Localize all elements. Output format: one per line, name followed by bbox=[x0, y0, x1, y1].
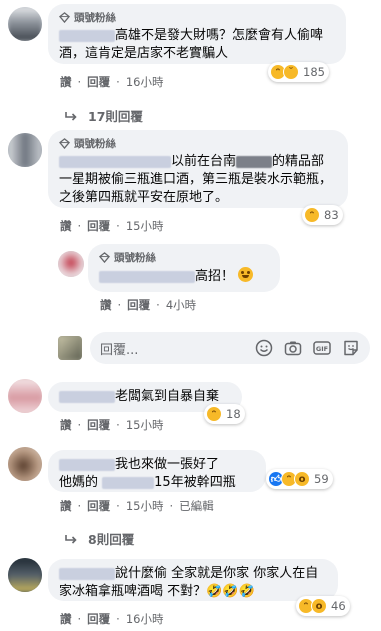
redacted-text bbox=[236, 155, 273, 168]
top-fan-badge: 頭號粉絲 bbox=[59, 136, 337, 151]
diamond-icon bbox=[59, 12, 70, 23]
reaction-count: 59 bbox=[314, 472, 329, 486]
replies-count-label: 8則回覆 bbox=[88, 532, 135, 547]
like-button[interactable]: 讚 bbox=[60, 611, 72, 627]
avatar[interactable] bbox=[8, 447, 42, 481]
reaction-count: 46 bbox=[331, 599, 346, 613]
comment-actions: 讚 · 回覆 · 16小時 bbox=[60, 611, 164, 627]
like-button[interactable]: 讚 bbox=[60, 218, 72, 234]
reply-button[interactable]: 回覆 bbox=[87, 74, 110, 90]
view-replies-link[interactable]: 17則回覆 bbox=[64, 106, 143, 125]
comment-text-line-2: 他媽的 15年被幹四瓶 bbox=[59, 475, 236, 490]
comment-bubble: 頭號粉絲 以前在台南 的精品部一星期被偷三瓶進口酒，第三瓶是裝水示範瓶，之後第四瓶… bbox=[48, 130, 348, 208]
sad-reaction-icon: ˘ bbox=[283, 64, 299, 80]
like-button[interactable]: 讚 bbox=[60, 417, 72, 433]
redacted-name bbox=[59, 458, 115, 471]
reply-button[interactable]: 回覆 bbox=[87, 611, 110, 627]
comment-actions: 讚 · 回覆 · 16小時 bbox=[60, 74, 164, 90]
reply-button[interactable]: 回覆 bbox=[87, 218, 110, 234]
comment-actions: 讚 · 回覆 · 15小時 bbox=[60, 417, 164, 433]
comment-bubble: 我也來做一張好了 他媽的 15年被幹四瓶 bbox=[48, 450, 266, 492]
comment-text: 說什麼偷 全家就是你家 你家人在自家冰箱拿瓶啤酒喝 不對？🤣🤣🤣 bbox=[59, 566, 319, 599]
reaction-count: 185 bbox=[303, 65, 325, 79]
redacted-name bbox=[59, 155, 171, 168]
reply-button[interactable]: 回覆 bbox=[87, 498, 110, 514]
timestamp[interactable]: 4小時 bbox=[166, 297, 196, 313]
reaction-summary[interactable]: 👍︎ ᵔ o 59 bbox=[266, 469, 333, 489]
like-button[interactable]: 讚 bbox=[100, 297, 112, 313]
reply-button[interactable]: 回覆 bbox=[127, 297, 150, 313]
reply-arrow-icon bbox=[65, 534, 77, 544]
timestamp[interactable]: 15小時 bbox=[126, 417, 164, 433]
reply-actions: 讚 · 回覆 · 4小時 bbox=[100, 297, 197, 313]
comment-bubble: 頭號粉絲 高雄不是發大財嗎？怎麼會有人偷啤酒，這肯定是店家不老實騙人 bbox=[48, 4, 346, 64]
reaction-summary[interactable]: ᵔ ˘ 185 bbox=[268, 62, 329, 82]
avatar[interactable] bbox=[58, 251, 84, 277]
current-user-avatar bbox=[58, 336, 82, 360]
reply-arrow-icon bbox=[65, 111, 77, 121]
avatar[interactable] bbox=[8, 379, 42, 413]
comment-bubble: 說什麼偷 全家就是你家 你家人在自家冰箱拿瓶啤酒喝 不對？🤣🤣🤣 bbox=[48, 559, 338, 601]
comment-text: 以前在台南 的精品部一星期被偷三瓶進口酒，第三瓶是裝水示範瓶，之後第四瓶就平安在原… bbox=[59, 154, 333, 205]
emoji-icon[interactable] bbox=[255, 339, 273, 357]
smile-emoji-icon bbox=[238, 267, 254, 282]
reaction-count: 18 bbox=[226, 407, 241, 421]
like-button[interactable]: 讚 bbox=[60, 74, 72, 90]
comment-actions: 讚 · 回覆 · 15小時 bbox=[60, 218, 164, 234]
timestamp[interactable]: 16小時 bbox=[126, 611, 164, 627]
view-replies-link[interactable]: 8則回覆 bbox=[64, 529, 134, 548]
reaction-count: 83 bbox=[324, 208, 339, 222]
badge-label: 頭號粉絲 bbox=[114, 252, 156, 264]
redacted-name bbox=[59, 29, 115, 42]
avatar[interactable] bbox=[8, 133, 42, 167]
timestamp[interactable]: 15小時 bbox=[126, 498, 164, 514]
reaction-summary[interactable]: ᵔ 83 bbox=[302, 205, 343, 225]
comment-text: 我也來做一張好了 bbox=[59, 456, 255, 474]
wow-reaction-icon: o bbox=[311, 598, 327, 614]
timestamp[interactable]: 15小時 bbox=[126, 218, 164, 234]
top-fan-badge: 頭號粉絲 bbox=[99, 250, 269, 265]
comment-actions: 讚 · 回覆 · 15小時 · 已編輯 bbox=[60, 498, 214, 514]
haha-reaction-icon: ᵔ bbox=[206, 406, 222, 422]
comment-text: 老闆氣到自暴自棄 bbox=[59, 388, 231, 406]
svg-text:GIF: GIF bbox=[316, 345, 328, 353]
reaction-summary[interactable]: ᵔ o 46 bbox=[296, 596, 350, 616]
reply-button[interactable]: 回覆 bbox=[87, 417, 110, 433]
badge-label: 頭號粉絲 bbox=[74, 12, 116, 24]
reply-bubble: 頭號粉絲 高招！ bbox=[88, 244, 280, 292]
comment-text: 高招！ bbox=[99, 267, 269, 286]
edited-label: 已編輯 bbox=[179, 499, 214, 513]
sticker-icon[interactable] bbox=[342, 339, 360, 357]
badge-label: 頭號粉絲 bbox=[74, 138, 116, 150]
redacted-name bbox=[59, 567, 115, 580]
comment-text: 高雄不是發大財嗎？怎麼會有人偷啤酒，這肯定是店家不老實騙人 bbox=[59, 28, 324, 61]
reply-input[interactable]: 回覆... bbox=[100, 339, 255, 358]
reply-composer[interactable]: 回覆... GIF bbox=[90, 332, 370, 364]
avatar[interactable] bbox=[8, 7, 42, 41]
replies-count-label: 17則回覆 bbox=[88, 109, 143, 124]
reaction-summary[interactable]: ᵔ 18 bbox=[204, 404, 245, 424]
like-button[interactable]: 讚 bbox=[60, 498, 72, 514]
diamond-icon bbox=[59, 138, 70, 149]
diamond-icon bbox=[99, 252, 110, 263]
top-fan-badge: 頭號粉絲 bbox=[59, 10, 335, 25]
timestamp[interactable]: 16小時 bbox=[126, 74, 164, 90]
avatar[interactable] bbox=[8, 558, 42, 592]
gif-icon[interactable]: GIF bbox=[313, 339, 331, 357]
camera-icon[interactable] bbox=[284, 339, 302, 357]
redacted-name bbox=[59, 390, 115, 403]
redacted-name bbox=[99, 270, 195, 283]
redacted-text bbox=[102, 476, 155, 489]
haha-reaction-icon: ᵔ bbox=[304, 207, 320, 223]
wow-reaction-icon: o bbox=[294, 471, 310, 487]
